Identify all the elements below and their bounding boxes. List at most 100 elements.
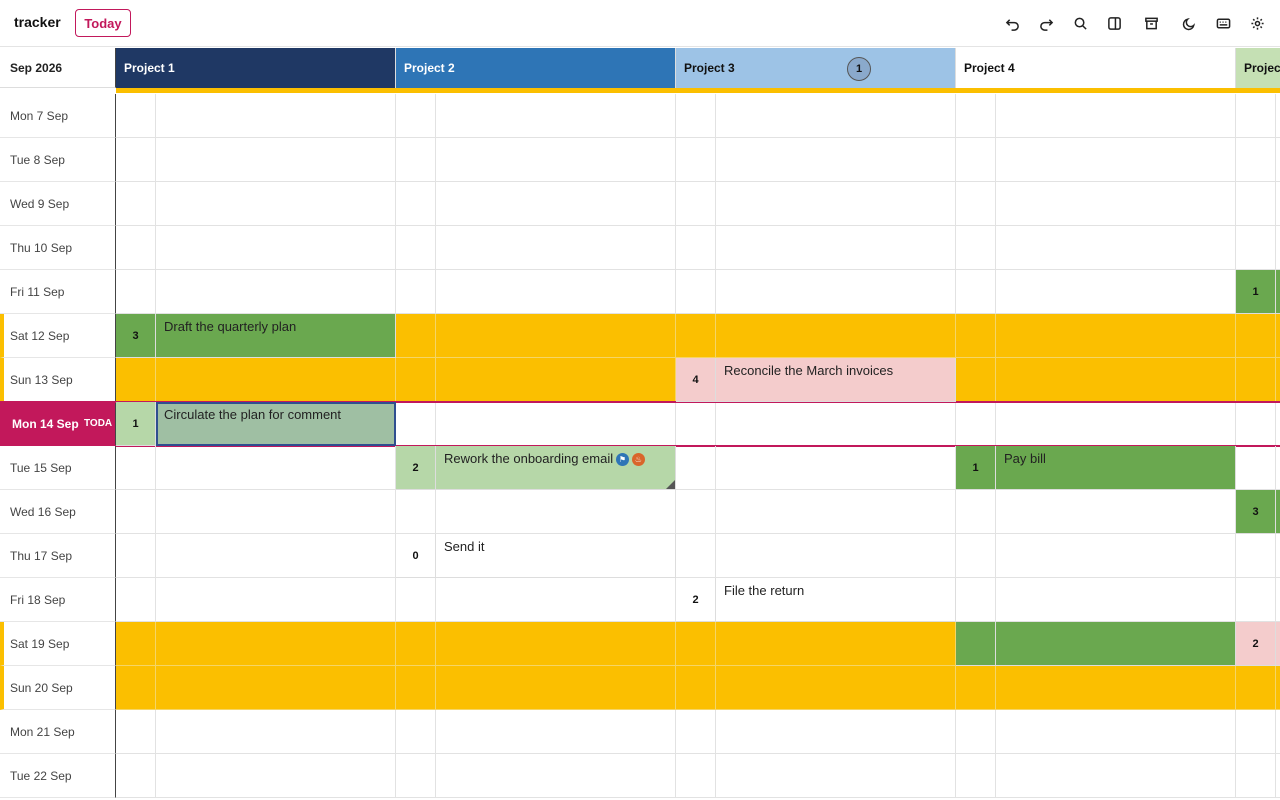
day-cell-number[interactable] [676,710,716,754]
task-card[interactable]: File the return [716,578,956,622]
day-cell-number[interactable] [956,94,996,138]
day-cell-number[interactable] [956,666,996,710]
day-cell-number[interactable] [956,226,996,270]
task-count[interactable]: 3 [116,314,156,358]
day-cell-number[interactable] [956,314,996,358]
day-cell[interactable] [716,534,956,578]
day-cell-number[interactable] [396,710,436,754]
day-cell[interactable] [436,666,676,710]
day-cell-number[interactable] [676,226,716,270]
day-cell[interactable] [156,578,396,622]
day-cell-number[interactable] [396,94,436,138]
day-cell[interactable] [1276,534,1280,578]
task-count[interactable]: 2 [396,446,436,490]
day-cell-number[interactable] [676,534,716,578]
task-card[interactable]: Rework the onboarding email ⚑ ♨ [436,446,676,490]
day-cell-number[interactable] [956,578,996,622]
today-button[interactable]: Today [75,9,131,37]
day-cell-number[interactable] [116,534,156,578]
day-cell-number[interactable] [396,666,436,710]
day-cell-number[interactable] [1236,182,1276,226]
project-header-3[interactable]: Project 3 [676,48,956,88]
day-cell-number[interactable] [676,446,716,490]
day-cell[interactable] [156,534,396,578]
day-cell-number[interactable] [1236,710,1276,754]
day-cell[interactable] [716,446,956,490]
day-cell[interactable] [996,666,1236,710]
day-cell[interactable] [436,490,676,534]
day-cell-number[interactable] [396,622,436,666]
day-cell[interactable] [156,622,396,666]
day-cell-number[interactable] [676,138,716,182]
day-cell[interactable] [716,710,956,754]
day-cell[interactable] [716,226,956,270]
day-cell-number[interactable] [956,182,996,226]
day-cell[interactable] [996,490,1236,534]
day-cell[interactable] [996,402,1236,446]
day-cell-number[interactable] [1236,358,1276,402]
task-count[interactable]: 1 [956,446,996,490]
task-count[interactable]: 1 [116,402,156,446]
day-cell[interactable] [1276,578,1280,622]
day-cell[interactable] [436,94,676,138]
day-cell[interactable] [996,358,1236,402]
task-cell[interactable] [996,622,1236,666]
day-cell-number[interactable] [396,578,436,622]
day-cell[interactable] [156,138,396,182]
day-cell[interactable] [1276,710,1280,754]
day-cell-number[interactable] [956,270,996,314]
task-count[interactable]: 1 [1236,270,1276,314]
day-cell[interactable] [996,534,1236,578]
task-count[interactable]: 3 [1236,490,1276,534]
project-header-5[interactable]: Projec [1236,48,1280,88]
day-cell-number[interactable] [1236,314,1276,358]
day-cell-number[interactable] [116,270,156,314]
day-cell-number[interactable] [116,754,156,798]
day-cell[interactable] [716,138,956,182]
day-cell[interactable] [1276,402,1280,446]
task-card[interactable]: Circulate the plan for comment [156,402,396,446]
day-cell[interactable] [1276,226,1280,270]
day-cell[interactable] [436,314,676,358]
day-cell[interactable] [1276,754,1280,798]
day-cell[interactable] [436,182,676,226]
day-cell[interactable] [156,490,396,534]
resize-handle[interactable] [666,480,675,489]
day-cell-number[interactable] [116,446,156,490]
day-cell-number[interactable] [676,754,716,798]
day-cell[interactable] [996,226,1236,270]
task-count[interactable]: 2 [676,578,716,622]
day-cell-number[interactable] [116,226,156,270]
day-cell[interactable] [996,270,1236,314]
day-cell[interactable] [996,710,1236,754]
day-cell[interactable] [1276,358,1280,402]
project-count-badge[interactable]: 1 [847,57,871,81]
day-cell-number[interactable] [1236,754,1276,798]
day-cell-number[interactable] [676,490,716,534]
day-cell-number[interactable] [956,358,996,402]
task-card[interactable]: Reconcile the March invoices [716,358,956,402]
day-cell-number[interactable] [396,314,436,358]
day-cell[interactable] [1276,666,1280,710]
day-cell[interactable] [996,578,1236,622]
day-cell[interactable] [716,94,956,138]
day-cell-number[interactable] [116,182,156,226]
day-cell-number[interactable] [1236,402,1276,446]
day-cell[interactable] [996,94,1236,138]
day-cell[interactable] [156,182,396,226]
day-cell[interactable] [996,138,1236,182]
day-cell-number[interactable] [116,490,156,534]
day-cell[interactable] [716,490,956,534]
day-cell-number[interactable] [116,666,156,710]
day-cell[interactable] [996,182,1236,226]
day-cell-number[interactable] [116,578,156,622]
day-cell[interactable] [436,402,676,446]
day-cell[interactable] [716,182,956,226]
day-cell-number[interactable] [116,138,156,182]
day-cell-number[interactable] [396,402,436,446]
day-cell-number[interactable] [676,402,716,446]
task-cell[interactable] [1276,490,1280,534]
day-cell-number[interactable] [1236,94,1276,138]
day-cell[interactable] [716,314,956,358]
task-count[interactable]: 0 [396,534,436,578]
